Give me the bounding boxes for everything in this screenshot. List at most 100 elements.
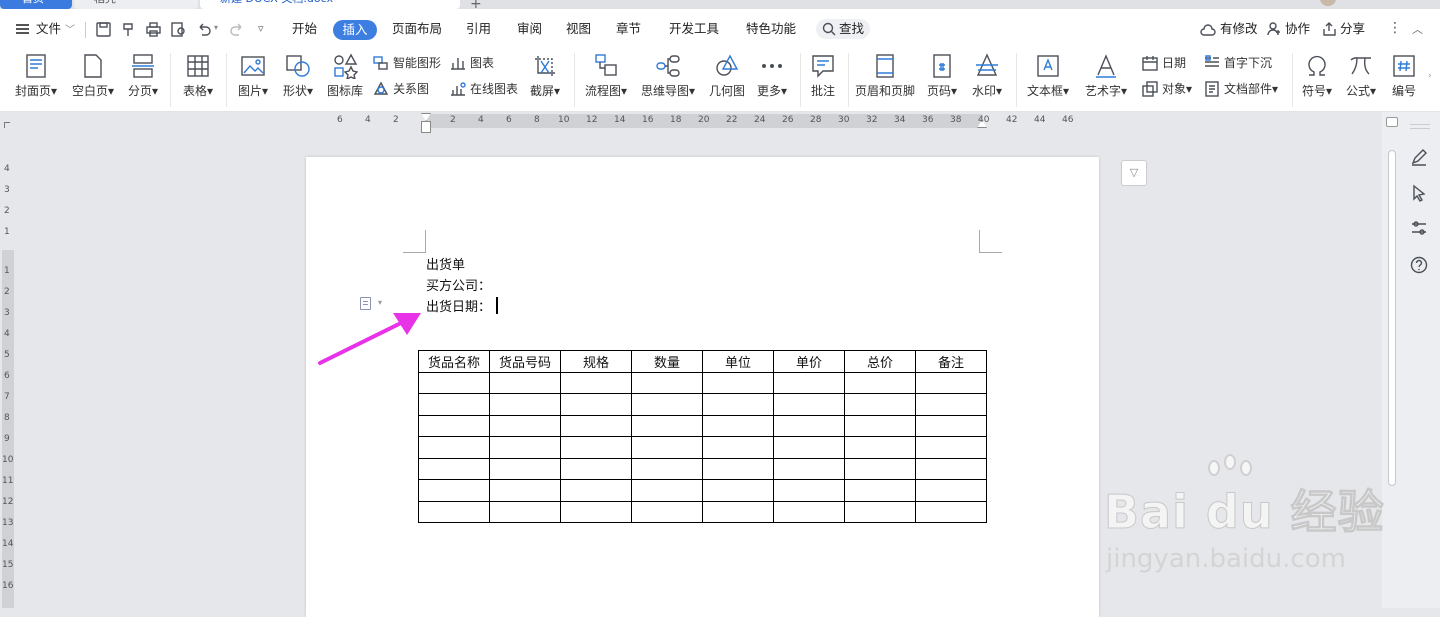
table-cell[interactable] [773,479,845,502]
table-header-cell[interactable]: 单位 [702,350,774,373]
table-cell[interactable] [773,371,845,394]
page-break-button[interactable]: 分页▾ [122,49,164,112]
page-number-button[interactable]: 页码▾ [922,49,962,112]
table-cell[interactable] [844,393,916,416]
table-cell[interactable] [915,393,987,416]
flowchart-button[interactable]: 流程图▾ [580,49,632,112]
redo-icon[interactable] [230,22,245,37]
settings-sliders-icon[interactable] [1410,219,1428,237]
symbol-button[interactable]: 符号▾ [1296,49,1338,112]
table-cell[interactable] [631,479,703,502]
formula-button[interactable]: 公式▾ [1340,49,1382,112]
table-cell[interactable] [489,371,561,394]
table-cell[interactable] [631,414,703,437]
geometry-button[interactable]: 几何图 [704,49,750,112]
table-cell[interactable] [702,393,774,416]
doc-title-line[interactable]: 出货单 [426,254,465,273]
ruler-hanging-indent-marker[interactable] [421,121,431,133]
table-header-cell[interactable]: 货品号码 [489,350,561,373]
screenshot-button[interactable]: 截屏▾ [524,49,566,112]
tab-docer[interactable]: 稻壳 [74,0,198,9]
hamburger-menu-icon[interactable] [16,24,29,34]
menu-special[interactable]: 特色功能 [746,19,796,39]
table-cell[interactable] [702,414,774,437]
table-cell[interactable] [702,371,774,394]
tab-home[interactable]: 首页 [0,0,72,9]
relation-chart-button[interactable]: 关系图 [373,79,429,99]
table-cell[interactable] [844,457,916,480]
more-options-icon[interactable]: ⋮ [1388,20,1402,36]
more-button[interactable]: 更多▾ [752,49,792,112]
table-cell[interactable] [560,414,632,437]
select-pointer-icon[interactable] [1411,184,1427,202]
table-cell[interactable] [915,479,987,502]
icon-library-button[interactable]: 图标库 [322,49,368,112]
table-cell[interactable] [489,500,561,523]
object-button[interactable]: 对象▾ [1142,79,1192,99]
table-cell[interactable] [702,500,774,523]
table-cell[interactable] [631,393,703,416]
header-footer-button[interactable]: 页眉和页脚 [852,49,918,112]
table-header-cell[interactable]: 单价 [773,350,845,373]
table-cell[interactable] [702,479,774,502]
table-cell[interactable] [418,457,490,480]
tab-stop-selector[interactable] [4,122,10,128]
paste-options-icon[interactable]: ▽ [1121,160,1147,186]
edit-pen-icon[interactable] [1410,148,1428,166]
scroll-up-button[interactable] [1386,117,1398,127]
blank-page-button[interactable]: 空白页▾ [66,49,120,112]
shape-button[interactable]: 形状▾ [276,49,320,112]
text-box-button[interactable]: 文本框▾ [1022,49,1074,112]
table-cell[interactable] [560,479,632,502]
table-cell[interactable] [844,436,916,459]
menu-review[interactable]: 审阅 [517,19,542,39]
word-art-button[interactable]: 艺术字▾ [1080,49,1132,112]
table-cell[interactable] [773,436,845,459]
tab-document[interactable]: 新建 DOCX 文档.docx [200,0,460,9]
table-cell[interactable] [560,436,632,459]
table-cell[interactable] [489,457,561,480]
table-header-cell[interactable]: 总价 [844,350,916,373]
modified-status[interactable]: 有修改 [1220,19,1258,39]
table-cell[interactable] [560,500,632,523]
table-cell[interactable] [489,414,561,437]
undo-dropdown-icon[interactable]: ▾ [214,23,218,32]
help-icon[interactable] [1410,256,1428,274]
table-cell[interactable] [560,457,632,480]
table-cell[interactable] [418,371,490,394]
menu-references[interactable]: 引用 [466,19,491,39]
search-label[interactable]: 查找 [839,19,864,39]
menu-view[interactable]: 视图 [566,19,591,39]
save-icon[interactable] [96,22,111,37]
drop-cap-button[interactable]: 首字下沉 [1204,53,1272,73]
picture-button[interactable]: 图片▾ [232,49,274,112]
date-button[interactable]: 日期 [1142,53,1186,73]
table-button[interactable]: 表格▾ [176,49,220,112]
collapse-ribbon-icon[interactable]: ︿ [1412,21,1423,37]
print-icon[interactable] [146,22,161,37]
table-cell[interactable] [418,479,490,502]
table-cell[interactable] [773,457,845,480]
table-header-cell[interactable]: 规格 [560,350,632,373]
menu-chapter[interactable]: 章节 [616,19,641,39]
table-cell[interactable] [844,371,916,394]
ribbon-scroll-right-icon[interactable]: › [1428,71,1432,81]
scrollbar-thumb[interactable] [1388,150,1396,486]
table-cell[interactable] [631,371,703,394]
table-cell[interactable] [418,500,490,523]
table-cell[interactable] [631,500,703,523]
new-tab-icon[interactable]: + [470,0,482,9]
watermark-button[interactable]: 水印▾ [966,49,1008,112]
table-cell[interactable] [702,457,774,480]
file-menu[interactable]: 文件 ﹀ [36,19,75,39]
buyer-company-line[interactable]: 买方公司： [426,275,491,294]
share-button[interactable]: 分享 [1340,19,1365,39]
table-cell[interactable] [560,393,632,416]
table-cell[interactable] [631,436,703,459]
format-painter-icon[interactable] [121,22,136,37]
avatar[interactable] [1320,0,1336,6]
mind-map-button[interactable]: 思维导图▾ [636,49,700,112]
table-cell[interactable] [489,436,561,459]
chart-button[interactable]: 图表 [450,53,494,73]
print-preview-icon[interactable] [171,22,186,37]
